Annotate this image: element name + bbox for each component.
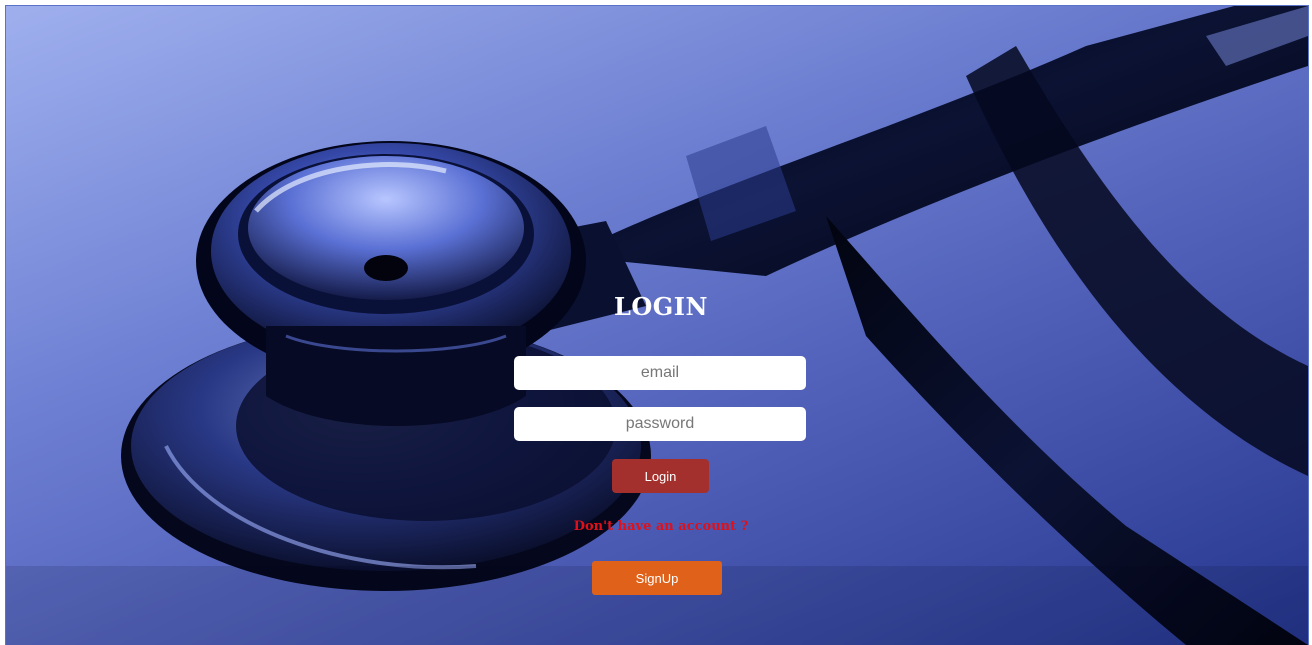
stethoscope-background-image — [6, 6, 1308, 645]
signup-button[interactable]: SignUp — [592, 561, 722, 595]
password-field[interactable] — [514, 407, 806, 441]
email-field[interactable] — [514, 356, 806, 390]
no-account-text: Don't have an account ? — [573, 519, 749, 534]
login-button[interactable]: Login — [612, 459, 709, 493]
page-title: LOGIN — [614, 292, 708, 321]
login-page: LOGIN Login Don't have an account ? Sign… — [5, 5, 1309, 645]
